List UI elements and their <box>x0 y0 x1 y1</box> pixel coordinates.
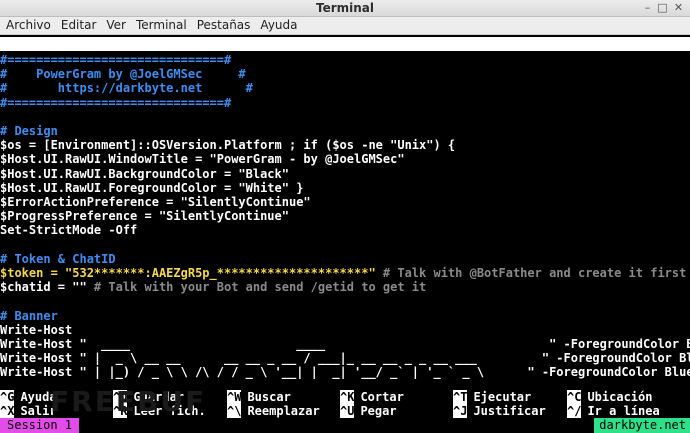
shortcut-item[interactable]: ^X Salir <box>0 404 57 418</box>
shortcut-label: Leer fich. <box>133 404 206 418</box>
shortcut-key: ^\ <box>227 404 242 418</box>
menu-archivo[interactable]: Archivo <box>0 17 56 34</box>
shortcut-key: ^X <box>0 404 15 418</box>
editor-line[interactable]: # Banner <box>0 309 58 323</box>
code-text: Set-StrictMode -Off <box>0 223 138 238</box>
editor-line[interactable]: Write-Host " | _ \ __ __ __ __ _ __ / __… <box>0 351 690 365</box>
shortcut-item[interactable]: ^\ Reemplazar <box>227 404 320 418</box>
shortcut-key: ^O <box>113 390 128 404</box>
window-title: Terminal <box>315 1 375 15</box>
editor-line[interactable]: Write-Host " ____ ____ " -ForegroundColo… <box>0 337 690 351</box>
code-text: $ErrorActionPreference = "SilentlyContin… <box>0 195 311 209</box>
editor-line[interactable]: $Host.UI.RawUI.ForegroundColor = "White"… <box>0 181 303 195</box>
editor-line[interactable]: Write-Host " | |_) / _ \ \ /\ / / _ \ '_… <box>0 365 690 379</box>
shortcut-item[interactable]: ^/ Ir a línea <box>567 404 660 418</box>
code-text: # Design <box>0 124 58 138</box>
code-text: Write-Host " | |_) / _ \ \ /\ / / _ \ '_… <box>0 365 690 380</box>
shortcut-item[interactable]: ^W Buscar <box>227 390 291 404</box>
menu-ayuda[interactable]: Ayuda <box>255 17 302 34</box>
code-text: # https://darkbyte.net # <box>0 81 253 96</box>
shortcut-key: ^T <box>453 390 468 404</box>
code-text: $chatid = "" <box>0 280 87 295</box>
code-text: # Talk with @BotFather and create it fir… <box>375 266 687 280</box>
shortcut-item[interactable]: ^K Cortar <box>340 390 404 404</box>
terminal-area[interactable]: GNU nano 6.3 PowerGram.ps1 * #==========… <box>0 35 690 433</box>
code-text: # Banner <box>0 308 58 323</box>
shortcut-item[interactable]: ^U Pegar <box>340 404 397 418</box>
shortcut-key: ^U <box>340 404 355 418</box>
code-text: # Talk with your Bot and send /getid to … <box>86 280 427 295</box>
editor-line[interactable]: # https://darkbyte.net # <box>0 81 253 95</box>
shortcut-label: Buscar <box>247 390 291 404</box>
editor-line[interactable]: $Host.UI.RawUI.WindowTitle = "PowerGram … <box>0 152 405 166</box>
host-label: darkbyte.net <box>594 418 690 433</box>
shortcut-item[interactable]: ^R Leer fich. <box>113 404 206 418</box>
code-text: $Host.UI.RawUI.WindowTitle = "PowerGram … <box>0 152 405 167</box>
code-text: $ProgressPreference = "SilentlyContinue" <box>0 209 289 224</box>
shortcut-key: ^J <box>453 404 468 418</box>
editor-line[interactable]: Write-Host <box>0 323 72 337</box>
nano-header: GNU nano 6.3 PowerGram.ps1 * <box>0 37 690 79</box>
maximize-icon[interactable]: □ <box>657 2 668 13</box>
minimize-icon[interactable]: – <box>642 2 653 13</box>
editor-line[interactable]: #==============================# <box>0 53 231 67</box>
shortcut-item[interactable]: ^J Justificar <box>453 404 546 418</box>
editor-line[interactable]: $Host.UI.RawUI.BackgroundColor = "Black" <box>0 167 289 181</box>
shortcut-label: Cortar <box>360 390 404 404</box>
editor-line[interactable]: #==============================# <box>0 96 231 110</box>
shortcut-label: Ayuda <box>20 390 57 404</box>
shortcut-key: ^C <box>567 390 582 404</box>
code-text: $os = [Environment]::OSVersion.Platform … <box>0 138 456 153</box>
shortcut-label: Ir a línea <box>587 404 660 418</box>
menu-editar[interactable]: Editar <box>56 17 102 34</box>
code-text: $Host.UI.RawUI.BackgroundColor = "Black" <box>0 166 289 181</box>
code-text: # PowerGram by @JoelGMSec # <box>0 67 246 82</box>
shortcut-label: Ubicación <box>587 390 653 404</box>
shortcut-key: ^R <box>113 404 128 418</box>
menu-terminal[interactable]: Terminal <box>131 17 192 34</box>
code-text: #==============================# <box>0 53 232 67</box>
shortcut-label: Reemplazar <box>247 404 320 418</box>
shortcut-key: ^/ <box>567 404 582 418</box>
status-bar: Session 1 darkbyte.net <box>0 418 690 433</box>
code-text: Write-Host <box>0 322 73 337</box>
editor-line[interactable]: # Design <box>0 124 58 138</box>
session-tab[interactable]: Session 1 <box>0 418 80 433</box>
shortcut-label: Guardar <box>133 390 185 404</box>
code-text: Write-Host " ____ ____ " -ForegroundColo… <box>0 337 690 351</box>
editor-line[interactable]: Set-StrictMode -Off <box>0 223 137 237</box>
close-icon[interactable]: ✕ <box>673 2 684 13</box>
shortcut-item[interactable]: ^O Guardar <box>113 390 184 404</box>
editor-line[interactable]: $os = [Environment]::OSVersion.Platform … <box>0 138 455 152</box>
editor-line[interactable]: # Token & ChatID <box>0 252 116 266</box>
menu-bar: Archivo Editar Ver Terminal Pestañas Ayu… <box>0 17 690 35</box>
shortcut-label: Pegar <box>360 404 397 418</box>
nano-filename: PowerGram.ps1 * <box>313 65 422 79</box>
shortcut-label: Salir <box>20 404 57 418</box>
shortcut-item[interactable]: ^C Ubicación <box>567 390 652 404</box>
code-text: # Token & ChatID <box>0 251 116 266</box>
shortcut-key: ^W <box>227 390 242 404</box>
shortcut-label: Ejecutar <box>473 390 532 404</box>
title-bar[interactable]: Terminal – □ ✕ <box>0 0 690 17</box>
code-text: #==============================# <box>0 95 232 110</box>
editor-line[interactable]: $chatid = "" # Talk with your Bot and se… <box>0 280 426 294</box>
shortcut-label: Justificar <box>473 404 546 418</box>
editor-line[interactable]: $token = "532*******:AAEZgR5p_**********… <box>0 266 686 280</box>
shortcut-key: ^K <box>340 390 355 404</box>
terminal-window: Terminal – □ ✕ Archivo Editar Ver Termin… <box>0 0 690 433</box>
code-text: $token = "532*******:AAEZgR5p_**********… <box>0 266 376 280</box>
shortcut-item[interactable]: ^G Ayuda <box>0 390 57 404</box>
shortcut-key: ^G <box>0 390 15 404</box>
editor-line[interactable]: $ErrorActionPreference = "SilentlyContin… <box>0 195 311 209</box>
code-text: Write-Host " | _ \ __ __ __ __ _ __ / __… <box>0 351 690 366</box>
editor-line[interactable]: $ProgressPreference = "SilentlyContinue" <box>0 209 289 223</box>
editor-line[interactable]: # PowerGram by @JoelGMSec # <box>0 67 246 81</box>
shortcut-item[interactable]: ^T Ejecutar <box>453 390 531 404</box>
menu-pestanas[interactable]: Pestañas <box>192 17 256 34</box>
code-text: $Host.UI.RawUI.ForegroundColor = "White"… <box>0 180 304 195</box>
menu-ver[interactable]: Ver <box>101 17 131 34</box>
